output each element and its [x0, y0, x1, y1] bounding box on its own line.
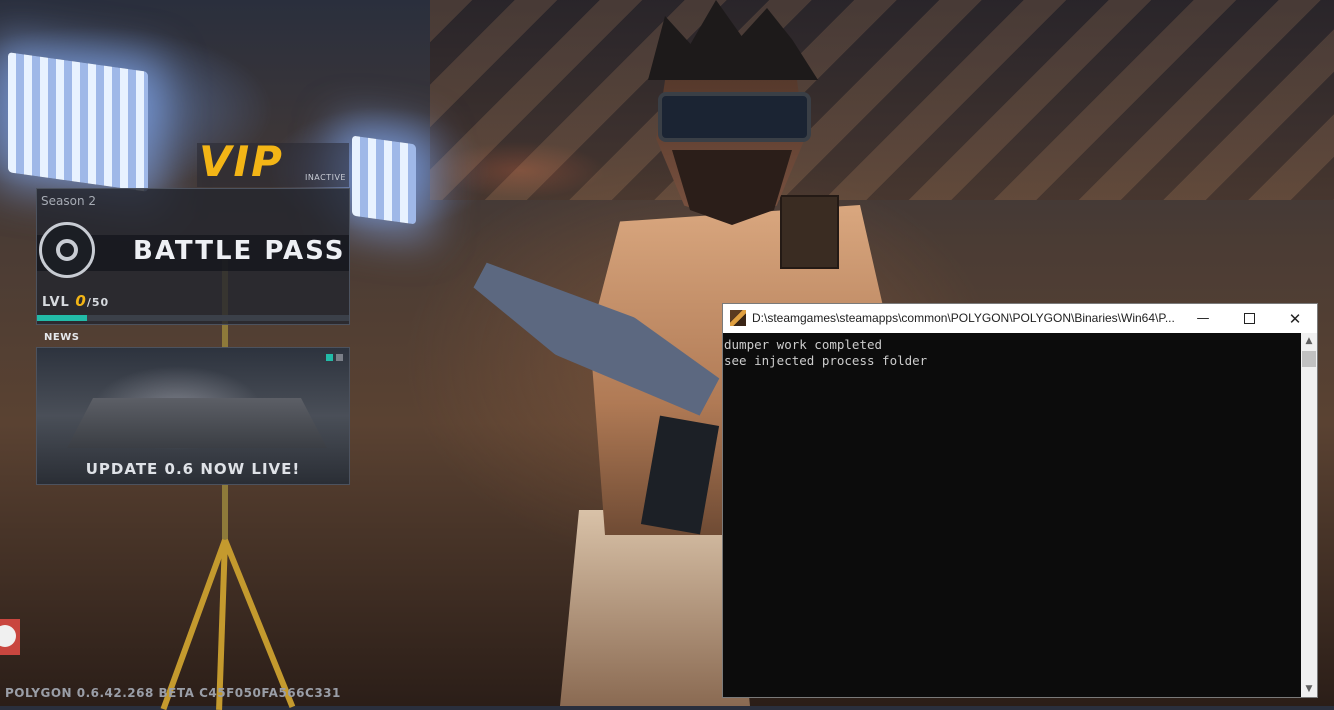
- studio-light-left: [8, 52, 148, 192]
- level-prefix: LVL: [42, 295, 70, 310]
- minimize-icon: —: [1196, 311, 1210, 326]
- maximize-icon: [1243, 313, 1255, 324]
- maximize-button[interactable]: [1226, 304, 1272, 333]
- version-label: POLYGON 0.6.42.268 BETA C45F050FA566C331: [5, 686, 341, 700]
- console-window[interactable]: D:\steamgames\steamapps\common\POLYGON\P…: [722, 303, 1318, 698]
- studio-light-right: [352, 135, 416, 225]
- close-button[interactable]: ✕: [1272, 304, 1318, 333]
- scroll-up-icon[interactable]: ▲: [1301, 333, 1317, 349]
- news-pagination: [326, 354, 343, 361]
- vertical-scrollbar[interactable]: ▲ ▼: [1301, 333, 1317, 697]
- battle-pass-card[interactable]: Season 2 BATTLE PASS LVL 0/50: [36, 188, 350, 325]
- close-icon: ✕: [1288, 309, 1302, 328]
- console-line: dumper work completed: [724, 337, 883, 352]
- news-card[interactable]: UPDATE 0.6 NOW LIVE!: [36, 347, 350, 485]
- battle-pass-progress: [37, 315, 349, 321]
- console-output[interactable]: dumper work completed see injected proces…: [723, 333, 1304, 701]
- battle-pass-title: BATTLE PASS: [133, 236, 346, 266]
- circle-icon: [0, 625, 16, 647]
- scroll-thumb[interactable]: [1302, 351, 1316, 367]
- level-current: 0: [75, 292, 87, 310]
- battle-pass-progress-fill: [37, 315, 87, 321]
- news-label: NEWS: [44, 332, 80, 343]
- news-page-dot[interactable]: [336, 354, 343, 361]
- character-radio: [780, 195, 839, 269]
- news-image: [67, 398, 327, 448]
- battle-pass-level: LVL 0/50: [42, 292, 109, 310]
- tripod-leg: [222, 538, 296, 709]
- battle-pass-icon: [39, 222, 95, 278]
- console-title: D:\steamgames\steamapps\common\POLYGON\P…: [752, 311, 1175, 325]
- season-label: Season 2: [41, 194, 97, 208]
- level-max: /50: [86, 296, 110, 309]
- news-page-dot[interactable]: [326, 354, 333, 361]
- side-toggle-button[interactable]: [0, 619, 20, 655]
- vip-status: INACTIVE: [304, 173, 346, 182]
- character-goggles: [658, 92, 811, 142]
- background-wall: [430, 0, 1334, 200]
- news-caption: UPDATE 0.6 NOW LIVE!: [85, 460, 301, 478]
- scroll-down-icon[interactable]: ▼: [1301, 681, 1317, 697]
- console-line: see injected process folder: [724, 353, 928, 368]
- minimize-button[interactable]: —: [1180, 304, 1226, 333]
- vip-label: VIP: [199, 137, 284, 186]
- app-icon: [730, 310, 746, 326]
- console-titlebar[interactable]: D:\steamgames\steamapps\common\POLYGON\P…: [723, 304, 1317, 333]
- vip-banner[interactable]: VIP INACTIVE: [197, 137, 349, 187]
